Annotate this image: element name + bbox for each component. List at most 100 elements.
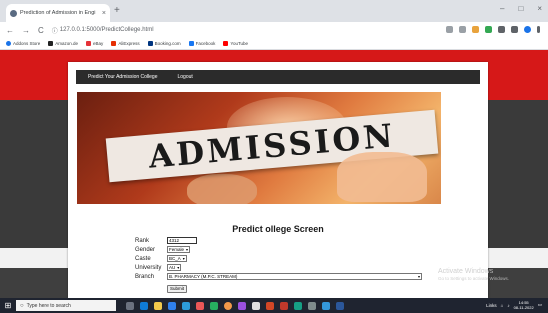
nav-link-logout[interactable]: Logout <box>178 74 193 80</box>
chrome-icon[interactable] <box>224 301 232 310</box>
admission-banner-image: ADMISSION <box>77 92 441 204</box>
bookmark-icon <box>6 41 11 46</box>
app-icon[interactable] <box>294 301 302 310</box>
maximize-button[interactable]: □ <box>518 4 523 13</box>
university-label: University <box>135 264 162 271</box>
edge-icon[interactable] <box>140 301 148 310</box>
gender-label: Gender <box>135 246 156 253</box>
new-tab-button[interactable]: + <box>114 5 120 16</box>
menu-icon[interactable] <box>537 26 540 33</box>
app-icon[interactable] <box>210 301 218 310</box>
puzzle-icon[interactable] <box>498 26 505 33</box>
bookmark-item[interactable]: Amazon.de <box>48 41 78 46</box>
caste-select[interactable]: BC_A ▾ <box>167 255 187 262</box>
close-window-button[interactable]: × <box>537 4 542 13</box>
site-nav: Predict Your Admission College Logout <box>76 70 480 84</box>
gender-value: Female <box>169 247 185 252</box>
file-explorer-icon[interactable] <box>154 301 162 310</box>
chevron-down-icon: ▾ <box>182 256 185 261</box>
branch-row: Branch B. PHARMACY (M.P.C. STREAM) ▾ <box>135 272 422 281</box>
app-icon[interactable] <box>322 301 330 310</box>
bookmark-label: AliExpress <box>118 41 140 46</box>
chevron-down-icon: ▾ <box>177 265 180 270</box>
branch-value: B. PHARMACY (M.P.C. STREAM) <box>169 274 238 279</box>
taskbar-apps <box>126 301 344 310</box>
tab-title: Prediction of Admission in Engi <box>20 10 96 16</box>
bookmark-item[interactable]: eBay <box>86 41 103 46</box>
branch-select[interactable]: B. PHARMACY (M.P.C. STREAM) ▾ <box>167 273 422 280</box>
powerpoint-icon[interactable] <box>266 301 274 310</box>
sidebar-icon[interactable] <box>511 26 518 33</box>
share-icon[interactable] <box>446 26 453 33</box>
app-icon[interactable] <box>280 301 288 310</box>
bookmark-icon <box>48 41 54 46</box>
tray-links[interactable]: Links <box>486 303 497 308</box>
bookmark-icon <box>86 41 92 46</box>
university-value: AU <box>169 265 176 270</box>
bookmark-label: Amazon.de <box>55 41 79 46</box>
mail-icon[interactable] <box>182 301 190 310</box>
tab-close-icon[interactable]: × <box>102 10 106 17</box>
url-input[interactable]: 127.0.0.1:5000/PredictCollege.html <box>60 27 154 33</box>
branch-label: Branch <box>135 273 155 280</box>
notifications-icon[interactable]: ▭ <box>538 302 542 308</box>
web-page: Predict Your Admission College Logout AD… <box>0 50 548 298</box>
gender-select[interactable]: Female ▾ <box>167 246 191 253</box>
form-title: Predict ollege Screen <box>232 224 324 234</box>
submit-button[interactable]: Submit <box>167 285 187 293</box>
taskbar-clock[interactable]: 14:55 08-11-2022 <box>514 300 534 310</box>
caste-value: BC_A <box>169 256 181 261</box>
volume-icon[interactable]: ♪ <box>507 303 509 308</box>
bookmark-label: YouTube <box>230 41 249 46</box>
back-button[interactable]: ← <box>6 26 14 35</box>
content-container: Predict Your Admission College Logout AD… <box>68 62 488 298</box>
rank-row: Rank 4312 <box>135 236 197 245</box>
bookmark-label: Facebook <box>195 41 216 46</box>
bookmark-item[interactable]: Booking.com <box>147 41 181 46</box>
bookmark-item[interactable]: Facebook <box>188 41 216 46</box>
app-icon[interactable] <box>252 301 260 310</box>
reload-button[interactable]: C <box>38 26 44 35</box>
browser-tab-bar: Prediction of Admission in Engi × + ‒ □ … <box>0 0 548 22</box>
university-select[interactable]: AU ▾ <box>167 264 182 271</box>
screen: Prediction of Admission in Engi × + ‒ □ … <box>0 0 548 313</box>
gender-row: Gender Female ▾ <box>135 245 191 254</box>
bookmark-icon <box>111 41 117 46</box>
network-icon[interactable]: ⌂ <box>501 303 504 308</box>
bookmark-icon <box>188 41 194 46</box>
extension-icon[interactable] <box>472 26 479 33</box>
browser-tab[interactable]: Prediction of Admission in Engi × <box>6 4 110 22</box>
app-icon[interactable] <box>238 301 246 310</box>
rank-input[interactable]: 4312 <box>167 237 197 244</box>
clock-date: 08-11-2022 <box>513 305 534 310</box>
minimize-button[interactable]: ‒ <box>500 4 504 13</box>
windows-taskbar: ⊞ ○ Type here to search Links ⌂ ♪ 14:55 … <box>0 298 548 313</box>
forward-button[interactable]: → <box>22 26 30 35</box>
window-controls: ‒ □ × <box>500 4 542 13</box>
activate-windows-watermark: Activate Windows Go to Settings to activ… <box>438 268 509 281</box>
windows-start-icon[interactable]: ⊞ <box>0 298 16 313</box>
star-icon[interactable] <box>459 26 466 33</box>
bookmark-label: Addons Store <box>13 41 41 46</box>
address-bar: ← → C ⓘ 127.0.0.1:5000/PredictCollege.ht… <box>0 22 548 38</box>
nav-link-predict[interactable]: Predict Your Admission College <box>88 74 158 80</box>
bookmark-item[interactable]: Addons Store <box>6 41 40 46</box>
bookmark-item[interactable]: AliExpress <box>111 41 140 46</box>
store-icon[interactable] <box>168 301 176 310</box>
task-view-icon[interactable] <box>126 301 134 310</box>
bookmark-item[interactable]: YouTube <box>223 41 248 46</box>
taskbar-search[interactable]: ○ Type here to search <box>16 300 116 311</box>
app-icon[interactable] <box>308 301 316 310</box>
profile-icon[interactable] <box>524 26 531 33</box>
watermark-title: Activate Windows <box>438 268 494 275</box>
info-icon[interactable]: ⓘ <box>52 26 58 35</box>
taskbar-search-placeholder: Type here to search <box>26 302 71 309</box>
bookmark-icon <box>223 41 229 46</box>
rank-label: Rank <box>135 237 150 244</box>
extension-icons <box>446 26 540 33</box>
word-icon[interactable] <box>336 301 344 310</box>
watermark-subtitle: Go to Settings to activate Windows. <box>438 276 510 281</box>
shield-icon[interactable] <box>485 26 492 33</box>
app-icon[interactable] <box>196 301 204 310</box>
bookmark-label: Booking.com <box>154 41 181 46</box>
